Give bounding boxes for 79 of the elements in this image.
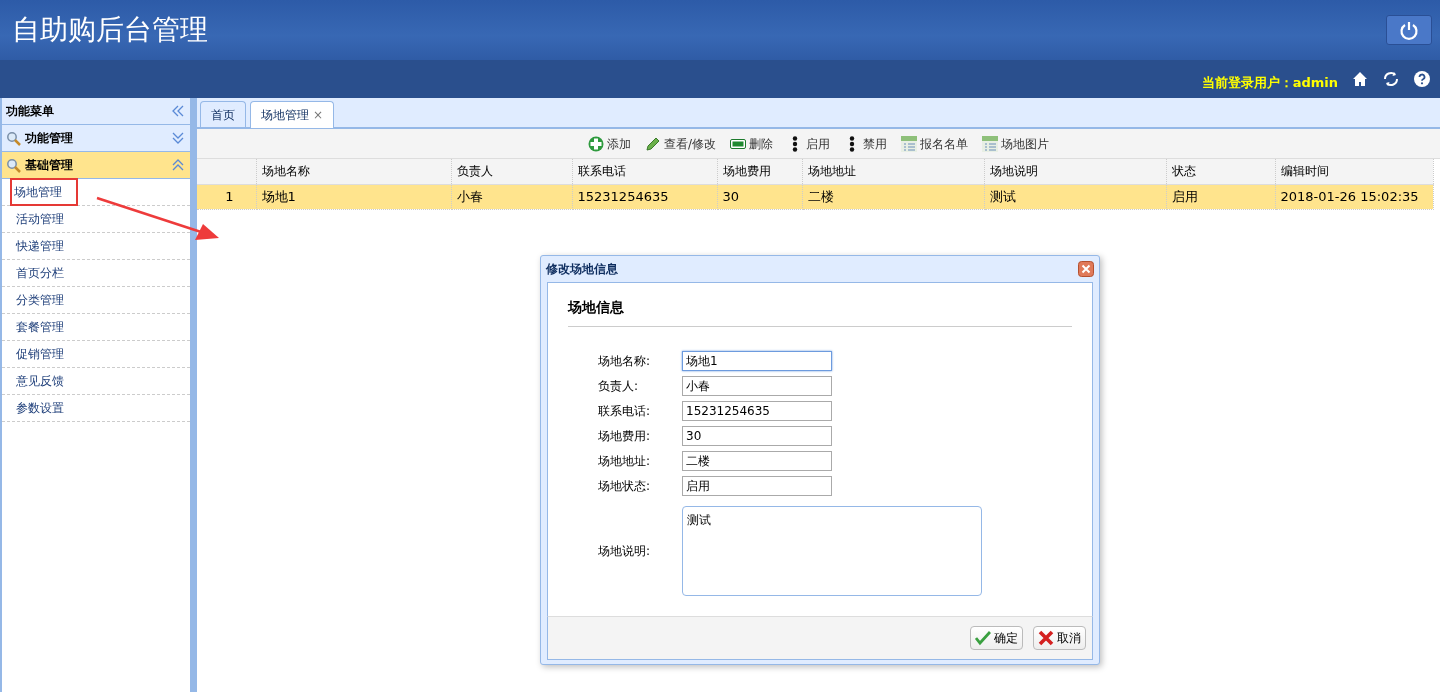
home-icon[interactable] <box>1352 71 1368 87</box>
table-cell: 测试 <box>984 184 1166 209</box>
list-icon <box>982 135 998 152</box>
column-header[interactable]: 场地名称 <box>256 159 451 184</box>
toolbar-button[interactable]: 报名名单 <box>901 134 968 153</box>
table-cell: 2018-01-26 15:02:35 <box>1275 184 1433 209</box>
collapse-icon[interactable] <box>172 105 184 117</box>
chevron-up-icon <box>172 159 184 171</box>
toolbar-button[interactable]: 查看/修改 <box>644 134 716 153</box>
toolbar-button[interactable]: 禁用 <box>844 134 887 153</box>
check-icon <box>975 630 991 646</box>
menu-item[interactable]: 活动管理 <box>16 209 64 229</box>
table-cell: 二楼 <box>802 184 984 209</box>
input-field[interactable]: 30 <box>682 426 832 446</box>
column-header[interactable]: 联系电话 <box>572 159 717 184</box>
menu-item[interactable]: 快递管理 <box>16 236 64 256</box>
menu-item[interactable]: 分类管理 <box>16 290 64 310</box>
input-field[interactable]: 启用 <box>682 476 832 496</box>
input-field[interactable]: 二楼 <box>682 451 832 471</box>
current-user-label: 当前登录用户：admin <box>1201 74 1338 93</box>
group-label: 功能管理 <box>25 130 73 147</box>
column-header[interactable]: 编辑时间 <box>1275 159 1433 184</box>
table-cell: 小春 <box>451 184 572 209</box>
toolbar-button[interactable]: 启用 <box>787 134 830 153</box>
row-number: 1 <box>197 184 256 209</box>
field-label: 场地名称: <box>597 353 652 370</box>
input-field[interactable]: 场地1 <box>682 351 832 371</box>
section-title: 场地信息 <box>568 297 1072 327</box>
input-field[interactable]: 15231254635 <box>682 401 832 421</box>
toolbar-button[interactable]: 删除 <box>730 134 773 153</box>
close-icon[interactable] <box>1078 261 1094 277</box>
table-row[interactable]: 1 场地1 小春 15231254635 30 二楼 测试 启用 2018-01-26 15:02:35 <box>197 184 1433 209</box>
toolbar-button[interactable]: 添加 <box>587 134 631 153</box>
input-field[interactable]: 小春 <box>682 376 832 396</box>
field-label: 联系电话: <box>597 403 652 420</box>
help-icon[interactable] <box>1414 71 1430 87</box>
search-icon <box>6 130 21 146</box>
dialog-title: 修改场地信息 <box>546 261 618 278</box>
field-label: 负责人: <box>597 378 640 395</box>
field-label: 场地费用: <box>597 428 652 445</box>
menu-item[interactable]: 套餐管理 <box>16 317 64 337</box>
tab-close-button[interactable]: × <box>313 106 324 124</box>
menu-item[interactable]: 场地管理 <box>12 180 76 204</box>
tab[interactable]: 场地管理 × <box>250 101 335 128</box>
column-header[interactable]: 负责人 <box>451 159 572 184</box>
text-area[interactable]: 测试 <box>682 506 982 596</box>
pencil-icon <box>644 135 661 152</box>
menu-item[interactable]: 参数设置 <box>16 398 64 418</box>
menu-item[interactable]: 意见反馈 <box>16 371 64 391</box>
menu-group[interactable]: 基础管理 <box>2 152 190 179</box>
column-header[interactable]: 状态 <box>1166 159 1275 184</box>
cancel-button[interactable]: 取消 <box>1033 626 1086 650</box>
table-cell: 场地1 <box>256 184 451 209</box>
field-label: 场地地址: <box>597 453 652 470</box>
table-cell: 15231254635 <box>572 184 717 209</box>
confirm-button[interactable]: 确定 <box>970 626 1023 650</box>
list-icon <box>901 135 917 152</box>
group-label: 基础管理 <box>25 157 73 174</box>
menu-item[interactable]: 首页分栏 <box>16 263 64 283</box>
menu-item[interactable]: 促销管理 <box>16 344 64 364</box>
power-button[interactable] <box>1386 15 1432 45</box>
field-label: 场地说明: <box>597 543 652 560</box>
app-title: 自助购后台管理 <box>12 12 208 48</box>
cross-icon <box>1038 630 1054 646</box>
sidebar-title: 功能菜单 <box>6 103 54 120</box>
column-header[interactable]: 场地地址 <box>802 159 984 184</box>
toolbar-button[interactable]: 场地图片 <box>982 134 1049 153</box>
refresh-icon[interactable] <box>1382 70 1400 88</box>
search-icon <box>6 157 21 173</box>
column-header[interactable]: 场地费用 <box>717 159 802 184</box>
table-cell: 30 <box>717 184 802 209</box>
plus-icon <box>587 135 604 152</box>
menu-group[interactable]: 功能管理 <box>2 125 190 152</box>
tab[interactable]: 首页 <box>200 101 246 127</box>
chevron-down-icon <box>172 132 184 144</box>
table-cell: 启用 <box>1166 184 1275 209</box>
column-header[interactable]: 场地说明 <box>984 159 1166 184</box>
power-icon <box>1399 20 1419 40</box>
field-label: 场地状态: <box>597 478 652 495</box>
